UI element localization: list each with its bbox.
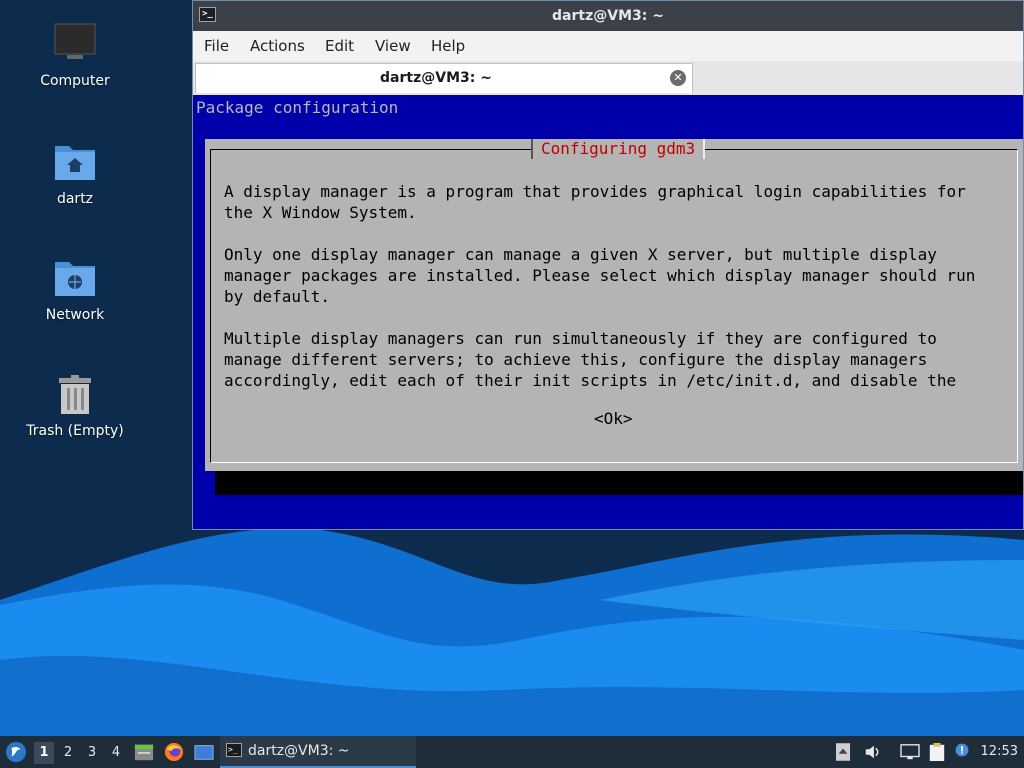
menu-help[interactable]: Help (431, 37, 465, 55)
start-menu-icon[interactable] (5, 741, 27, 763)
workspace-1[interactable]: 1 (34, 742, 54, 764)
computer-icon (54, 23, 96, 59)
taskbar: 1 2 3 4 >_ dartz@VM3: ~ 12:53 (0, 736, 1024, 768)
close-tab-icon[interactable]: ✕ (670, 70, 686, 86)
debconf-dialog: Configuring gdm3 A display manager is a … (205, 139, 1023, 471)
task-label: dartz@VM3: ~ (248, 743, 350, 759)
menu-actions[interactable]: Actions (250, 37, 305, 55)
desktop-icon-label: Computer (40, 73, 110, 89)
firefox-icon[interactable] (164, 742, 184, 762)
window-title: dartz@VM3: ~ (552, 8, 664, 24)
network-folder-icon (55, 262, 95, 296)
tab-label: dartz@VM3: ~ (380, 70, 492, 86)
clock[interactable]: 12:53 (981, 744, 1018, 759)
dialog-text-line: the X Window System. (224, 203, 417, 222)
tray-arrow-icon[interactable] (836, 743, 850, 761)
workspace-4[interactable]: 4 (106, 742, 126, 764)
workspace-2[interactable]: 2 (58, 742, 78, 764)
dialog-text-line: accordingly, edit each of their init scr… (224, 371, 957, 390)
dialog-text-line: by default. (224, 287, 330, 306)
dialog-text-line: A display manager is a program that prov… (224, 182, 966, 201)
dialog-title: Configuring gdm3 (531, 139, 706, 159)
menu-file[interactable]: File (204, 37, 229, 55)
terminal-content[interactable]: Package configuration Configuring gdm3 A… (193, 95, 1023, 529)
window-titlebar[interactable]: >_ dartz@VM3: ~ (193, 1, 1023, 31)
network-status-icon[interactable] (900, 743, 920, 761)
trash-icon (59, 375, 91, 414)
ok-button[interactable]: <Ok> (594, 409, 633, 428)
desktop-icon-label: Trash (Empty) (26, 423, 124, 439)
package-configuration-header: Package configuration (196, 98, 399, 117)
tab-terminal[interactable]: dartz@VM3: ~ ✕ (195, 63, 693, 93)
desktop-icon-trash[interactable]: Trash (Empty) (10, 372, 140, 440)
menu-edit[interactable]: Edit (325, 37, 354, 55)
workspace-3[interactable]: 3 (82, 742, 102, 764)
dialog-text-line: Only one display manager can manage a gi… (224, 245, 937, 264)
volume-icon[interactable] (864, 743, 882, 761)
terminal-icon: >_ (226, 743, 242, 757)
dialog-shadow (215, 471, 1023, 495)
terminal-window[interactable]: >_ dartz@VM3: ~ File Actions Edit View H… (192, 0, 1024, 530)
desktop-icon-home-folder[interactable]: dartz (10, 140, 140, 208)
tab-bar: dartz@VM3: ~ ✕ (193, 61, 1023, 96)
home-folder-icon (55, 146, 95, 180)
desktop-icon-label: dartz (56, 191, 94, 207)
file-manager-icon[interactable] (134, 742, 154, 762)
menu-view[interactable]: View (375, 37, 411, 55)
show-desktop-icon[interactable] (194, 742, 214, 762)
update-notification-icon[interactable] (954, 742, 970, 758)
dialog-text-line: manager packages are installed. Please s… (224, 266, 976, 285)
desktop-icon-label: Network (45, 307, 105, 323)
taskbar-task-terminal[interactable]: >_ dartz@VM3: ~ (220, 736, 416, 768)
desktop-icon-network[interactable]: Network (10, 256, 140, 324)
desktop-icon-computer[interactable]: Computer (10, 22, 140, 90)
clipboard-icon[interactable] (928, 742, 946, 762)
dialog-text-line: manage different servers; to achieve thi… (224, 350, 928, 369)
menubar: File Actions Edit View Help (193, 31, 1023, 61)
dialog-text-line: Multiple display managers can run simult… (224, 329, 937, 348)
